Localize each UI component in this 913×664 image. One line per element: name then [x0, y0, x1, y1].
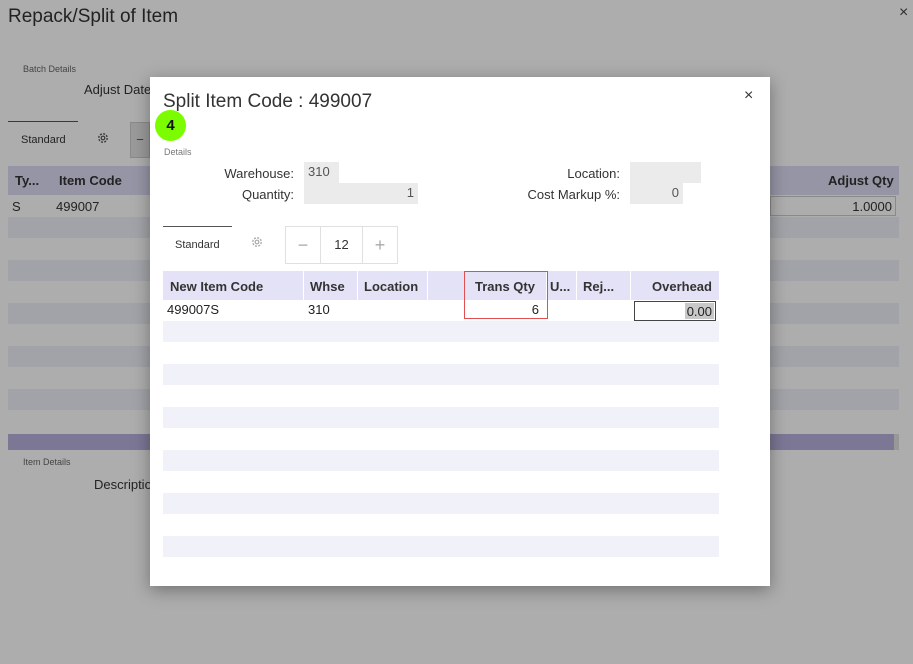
- cell-new-item-code: 499007S: [167, 302, 220, 317]
- cell-whse: 310: [308, 302, 330, 317]
- table-row: [163, 321, 719, 342]
- column-header-location[interactable]: Location: [358, 271, 428, 300]
- close-icon[interactable]: ×: [744, 87, 753, 105]
- overhead-value: 0.00: [684, 303, 714, 319]
- dialog-title: Split Item Code : 499007: [163, 91, 373, 112]
- stepper-value[interactable]: 12: [321, 227, 362, 263]
- quantity-label: Quantity:: [241, 187, 294, 202]
- column-header-uom[interactable]: U...: [547, 271, 577, 300]
- column-header-blank[interactable]: [428, 271, 465, 300]
- table-row: [163, 407, 719, 428]
- step-badge: 4: [155, 110, 186, 141]
- grid-header: New Item Code Whse Location Trans Qty U.…: [163, 271, 719, 300]
- gear-icon[interactable]: [250, 235, 264, 252]
- overhead-input[interactable]: 0.00: [634, 301, 716, 321]
- warehouse-field[interactable]: 310: [304, 162, 339, 183]
- table-row: [163, 450, 719, 471]
- table-row: [163, 364, 719, 385]
- quantity-field[interactable]: 1: [304, 183, 418, 204]
- column-header-overhead[interactable]: Overhead: [631, 271, 719, 300]
- column-header-whse[interactable]: Whse: [304, 271, 358, 300]
- cost-markup-field[interactable]: 0: [630, 183, 683, 204]
- table-row: [163, 493, 719, 514]
- column-header-new-item-code[interactable]: New Item Code: [163, 271, 304, 300]
- column-header-rej[interactable]: Rej...: [577, 271, 631, 300]
- table-row: [163, 536, 719, 557]
- quantity-stepper: − 12 +: [285, 226, 398, 264]
- cost-markup-label: Cost Markup %:: [527, 187, 620, 202]
- gear-icon-glyph: [252, 237, 262, 247]
- location-label: Location:: [567, 166, 620, 181]
- location-field[interactable]: [630, 162, 701, 183]
- plus-icon[interactable]: +: [362, 227, 397, 263]
- trans-qty-highlight: [464, 271, 548, 319]
- tab-standard[interactable]: Standard: [163, 226, 232, 266]
- minus-icon[interactable]: −: [286, 227, 321, 263]
- warehouse-label: Warehouse:: [224, 166, 294, 181]
- split-item-dialog: Split Item Code : 499007 × 4 Details War…: [150, 77, 770, 586]
- details-section-label: Details: [164, 147, 192, 157]
